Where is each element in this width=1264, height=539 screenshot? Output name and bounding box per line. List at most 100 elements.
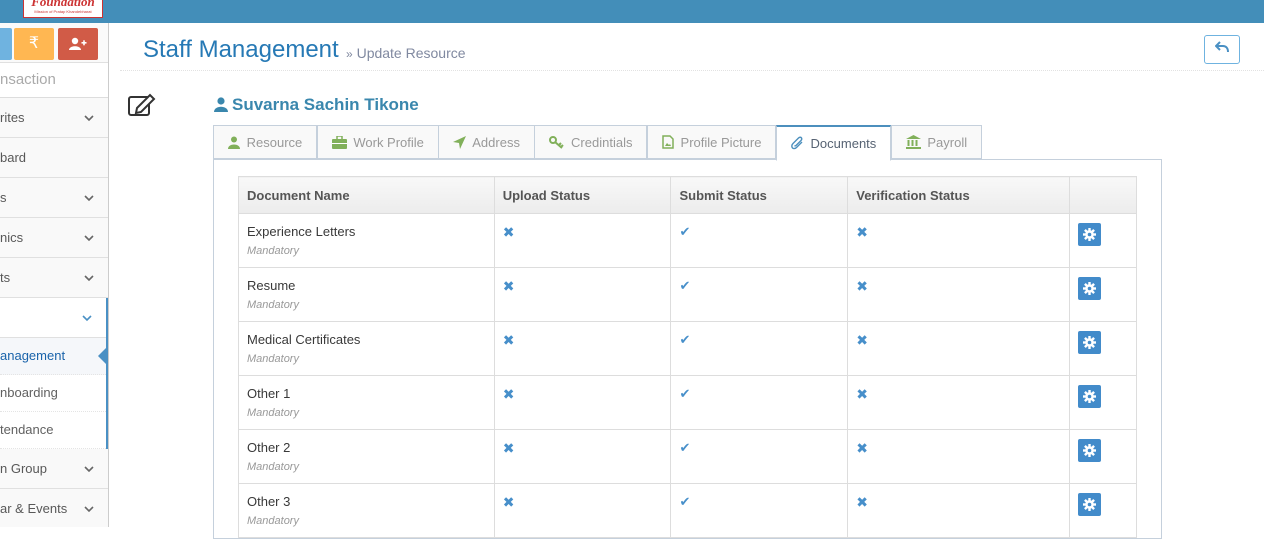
check-icon: ✔ — [679, 494, 691, 509]
verification-status-cell: ✖ — [847, 429, 1070, 484]
submit-status-cell: ✔ — [670, 213, 849, 268]
rupee-icon: ₹ — [28, 35, 40, 52]
upload-status-cell: ✖ — [493, 267, 672, 322]
document-name-cell: Other 2 Mandatory — [238, 429, 495, 484]
check-icon: ✔ — [679, 224, 691, 239]
tab-address[interactable]: Address — [438, 125, 535, 159]
upload-status-cell: ✖ — [493, 483, 672, 538]
picture-icon — [662, 135, 674, 150]
verification-status-cell: ✖ — [847, 483, 1070, 538]
sidebar-item-dashboard[interactable]: bard — [0, 138, 108, 178]
sidebar-subitem-attendance[interactable]: tendance — [0, 412, 106, 449]
sidebar-item-academics[interactable]: nics — [0, 218, 108, 258]
user-add-icon — [69, 37, 87, 50]
bank-icon — [905, 135, 921, 150]
table-row: Medical Certificates Mandatory ✖ ✔ ✖ — [238, 321, 1137, 376]
sidebar-item-staff[interactable] — [0, 298, 106, 338]
actions-cell — [1069, 429, 1137, 484]
sidebar-search-input[interactable]: nsaction — [0, 63, 108, 98]
page-header: Staff Management » Update Resource — [120, 23, 1264, 71]
actions-cell — [1069, 483, 1137, 538]
actions-cell — [1069, 375, 1137, 430]
tab-profile-picture[interactable]: Profile Picture — [646, 125, 777, 159]
tab-label: Documents — [810, 136, 877, 151]
tab-resource[interactable]: Resource — [213, 125, 318, 159]
column-header-upload-status: Upload Status — [493, 176, 672, 214]
page-subtitle: » Update Resource — [346, 45, 466, 61]
mandatory-label: Mandatory — [247, 461, 299, 473]
sidebar-item-label: n Group — [0, 461, 47, 476]
settings-button[interactable] — [1078, 223, 1101, 246]
check-icon: ✔ — [679, 278, 691, 293]
sidebar-subitem-label: anagement — [0, 348, 66, 363]
settings-button[interactable] — [1078, 331, 1101, 354]
upload-status-cell: ✖ — [493, 375, 672, 430]
table-header-row: Document Name Upload Status Submit Statu… — [238, 176, 1137, 214]
back-button[interactable] — [1204, 35, 1240, 64]
add-user-shortcut-button[interactable] — [58, 28, 98, 60]
sidebar-item-label: nics — [0, 230, 24, 245]
tab-documents[interactable]: Documents — [775, 125, 892, 161]
sidebar-subitem-management[interactable]: anagement — [0, 338, 107, 375]
tab-payroll[interactable]: Payroll — [890, 125, 983, 159]
check-icon: ✔ — [679, 440, 691, 455]
chevron-down-icon — [84, 178, 94, 217]
gear-icon — [1083, 336, 1096, 350]
sidebar-item-group[interactable]: n Group — [0, 449, 108, 489]
logo-title: Foundation — [31, 0, 95, 9]
tab-work-profile[interactable]: Work Profile — [316, 125, 439, 159]
actions-cell — [1069, 267, 1137, 322]
cross-icon: ✖ — [502, 440, 515, 456]
sidebar-item-label: ts — [0, 270, 11, 285]
tab-label: Address — [472, 135, 520, 150]
gear-icon — [1083, 498, 1096, 512]
edit-icon — [126, 93, 156, 122]
sidebar-subitem-onboarding[interactable]: nboarding — [0, 375, 106, 412]
resource-user-name: Suvarna Sachin Tikone — [214, 95, 419, 115]
chevron-down-icon — [84, 98, 94, 137]
sidebar-subitem-label: tendance — [0, 422, 54, 437]
submit-status-cell: ✔ — [670, 429, 849, 484]
user-name-text: Suvarna Sachin Tikone — [232, 95, 419, 114]
tab-credentials[interactable]: Credintials — [534, 125, 648, 159]
settings-button[interactable] — [1078, 277, 1101, 300]
sidebar-item-3[interactable]: s — [0, 178, 108, 218]
foundation-logo[interactable]: Foundation Mission of Pratap Khandebhara… — [23, 0, 103, 18]
table-row: Other 3 Mandatory ✖ ✔ ✖ — [238, 483, 1137, 538]
settings-button[interactable] — [1078, 439, 1101, 462]
settings-button[interactable] — [1078, 493, 1101, 516]
page-title: Staff Management — [143, 36, 339, 63]
shortcut-blue-button[interactable] — [0, 28, 12, 60]
chevron-down-icon — [84, 258, 94, 297]
document-name: Other 3 — [247, 494, 291, 509]
column-header-document-name: Document Name — [238, 176, 495, 214]
page-subtitle-text: Update Resource — [356, 45, 466, 61]
verification-status-cell: ✖ — [847, 267, 1070, 322]
sidebar-item-label: ar & Events — [0, 501, 68, 516]
sidebar-item-label: s — [0, 190, 7, 205]
sidebar: ₹ nsaction rites bard s nics ts anagemen… — [0, 23, 109, 527]
cross-icon: ✖ — [856, 278, 868, 294]
verification-status-cell: ✖ — [847, 375, 1070, 430]
mandatory-label: Mandatory — [247, 353, 299, 365]
chevron-down-icon — [84, 218, 94, 257]
document-name: Medical Certificates — [247, 332, 361, 347]
settings-button[interactable] — [1078, 385, 1101, 408]
tab-label: Payroll — [927, 135, 968, 150]
document-name-cell: Experience Letters Mandatory — [238, 213, 495, 268]
table-row: Other 2 Mandatory ✖ ✔ ✖ — [238, 429, 1137, 484]
column-header-submit-status: Submit Status — [670, 176, 849, 214]
gear-icon — [1083, 282, 1096, 296]
cross-icon: ✖ — [856, 332, 868, 348]
document-name: Other 1 — [247, 386, 291, 401]
sidebar-item-students[interactable]: ts — [0, 258, 108, 298]
sidebar-item-favourites[interactable]: rites — [0, 98, 108, 138]
sidebar-item-label: bard — [0, 150, 27, 165]
gear-icon — [1083, 444, 1096, 458]
document-name-cell: Medical Certificates Mandatory — [238, 321, 495, 376]
upload-status-cell: ✖ — [493, 321, 672, 376]
rupee-shortcut-button[interactable]: ₹ — [14, 28, 54, 60]
user-icon — [228, 135, 240, 150]
check-icon: ✔ — [679, 386, 691, 401]
sidebar-item-calendar-events[interactable]: ar & Events — [0, 489, 108, 527]
